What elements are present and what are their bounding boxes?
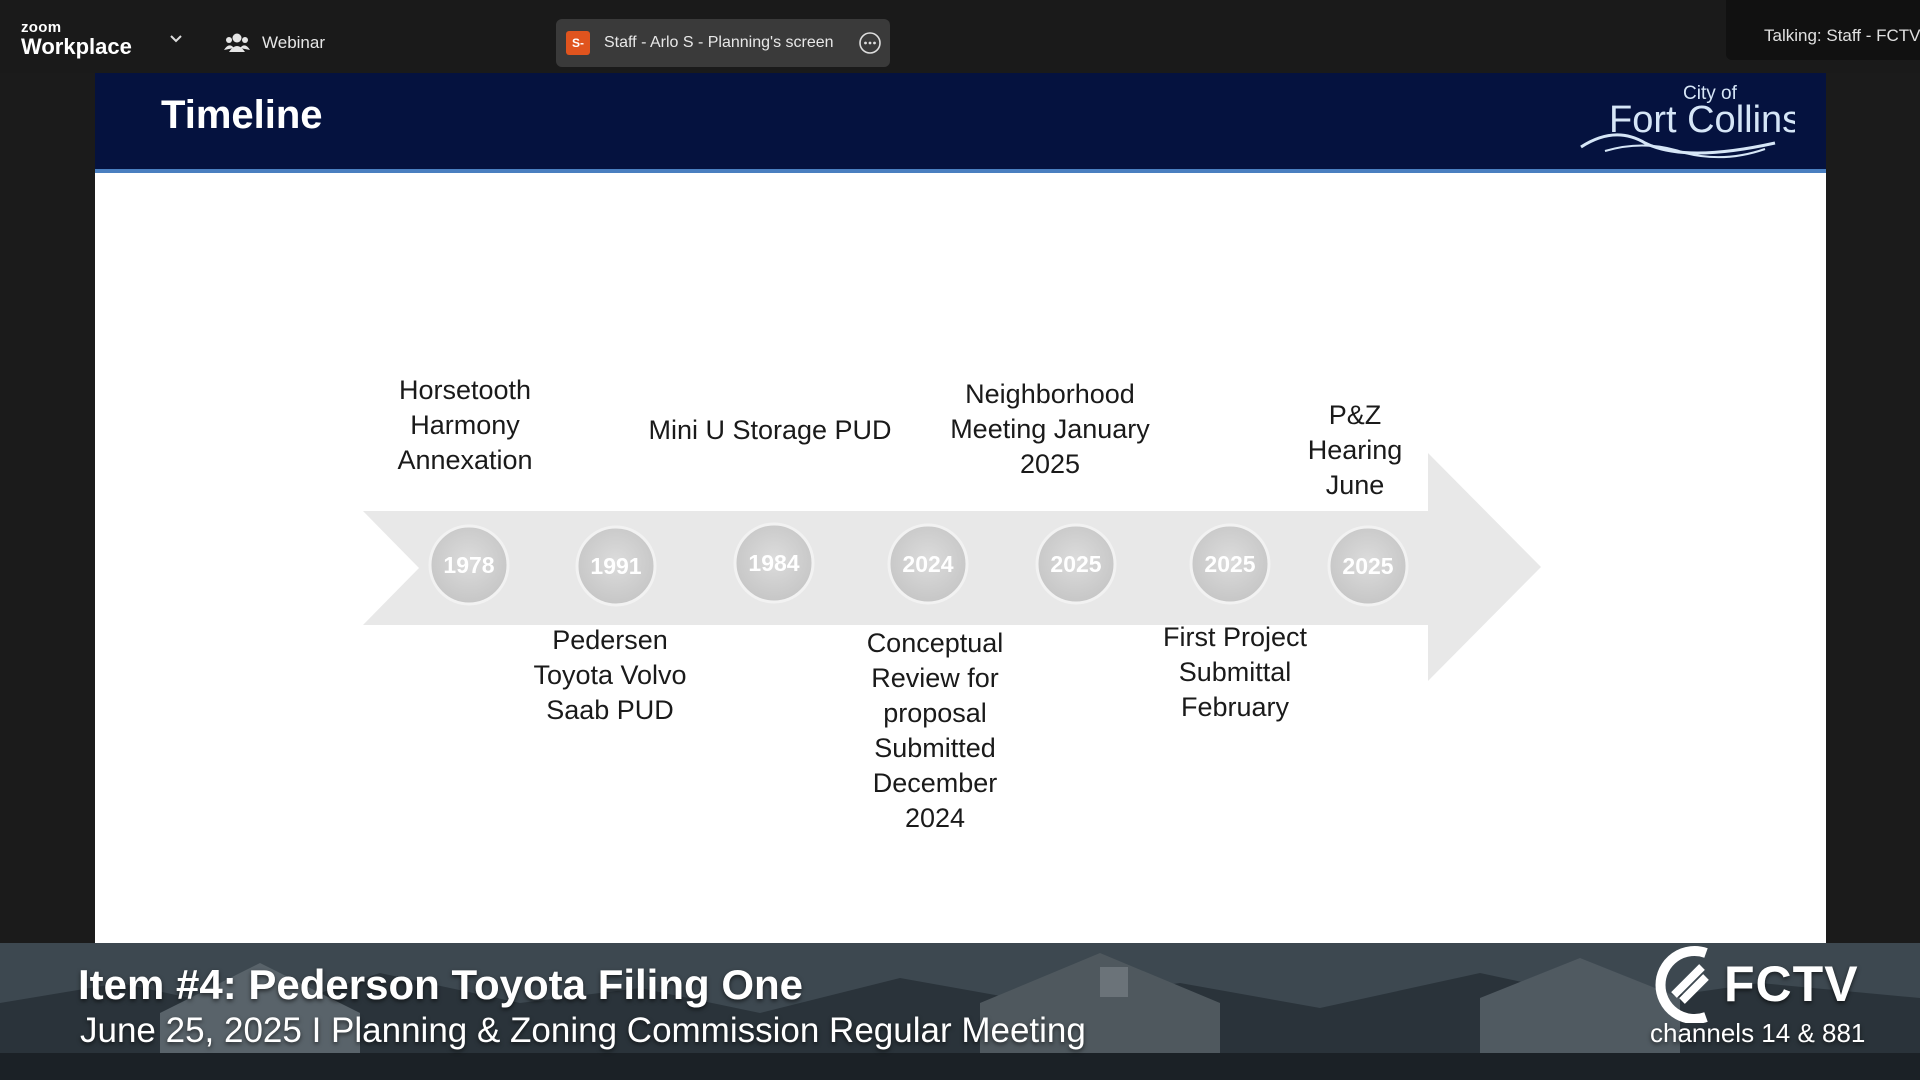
zoom-top-bar: zoom Workplace Webinar S- Staff - Arlo S…	[0, 0, 1920, 73]
attendees-icon	[224, 33, 250, 52]
screen-share-indicator[interactable]: S- Staff - Arlo S - Planning's screen	[556, 19, 890, 67]
broadcast-lower-third: Item #4: Pederson Toyota Filing One June…	[0, 943, 1920, 1080]
milestone-year: 2025	[1050, 551, 1101, 577]
screen-share-label: Staff - Arlo S - Planning's screen	[604, 34, 834, 51]
milestone-year: 1978	[443, 552, 494, 578]
milestone-year: 2025	[1204, 551, 1255, 577]
fctv-channels: channels 14 & 881	[1650, 1018, 1866, 1048]
workplace-wordmark: Workplace	[21, 34, 132, 59]
webinar-label: Webinar	[262, 33, 325, 52]
milestone-year: 1991	[590, 553, 641, 579]
screen: zoom Workplace Webinar S- Staff - Arlo S…	[0, 0, 1920, 1080]
talking-indicator: Talking: Staff - FCTV	[1726, 0, 1920, 60]
chevron-down-icon[interactable]	[170, 34, 182, 44]
milestone-year: 2025	[1342, 553, 1393, 579]
fctv-wordmark: FCTV	[1724, 956, 1859, 1012]
timeline-milestone-2: 1991	[575, 525, 657, 607]
timeline-label-top-4: P&Z Hearing June	[1307, 400, 1403, 500]
timeline-milestone-3: 1984	[733, 522, 815, 604]
timeline-label-bottom-2: Conceptual Review for proposal Submitted…	[866, 628, 1004, 833]
timeline-label-top-3: Neighborhood Meeting January 2025	[950, 379, 1150, 479]
timeline-label-top-2: Mini U Storage PUD	[648, 415, 892, 445]
timeline-milestone-4: 2024	[887, 523, 969, 605]
milestone-year: 1984	[748, 550, 799, 576]
meeting-subtitle: June 25, 2025 I Planning & Zoning Commis…	[80, 1011, 1086, 1050]
presenter-avatar: S-	[566, 31, 590, 55]
zoom-wordmark: zoom	[21, 19, 62, 36]
timeline-milestone-7: 2025	[1327, 525, 1409, 607]
webinar-indicator[interactable]: Webinar	[224, 30, 325, 56]
more-options-icon[interactable]	[858, 31, 882, 55]
zoom-workplace-logo[interactable]: zoom Workplace	[21, 20, 132, 59]
timeline-label-bottom-1: Pedersen Toyota Volvo Saab PUD	[533, 625, 687, 725]
timeline-label-top-1: Horsetooth Harmony Annexation	[397, 375, 533, 475]
shared-slide: Timeline City of Fort Collins 1978 1991 19…	[95, 73, 1826, 943]
timeline-milestone-5: 2025	[1035, 523, 1117, 605]
agenda-item-title: Item #4: Pederson Toyota Filing One	[78, 961, 804, 1008]
timeline-milestone-6: 2025	[1189, 523, 1271, 605]
timeline-label-bottom-3: First Project Submittal February	[1162, 622, 1308, 722]
timeline-milestone-1: 1978	[428, 524, 510, 606]
milestone-year: 2024	[902, 551, 953, 577]
